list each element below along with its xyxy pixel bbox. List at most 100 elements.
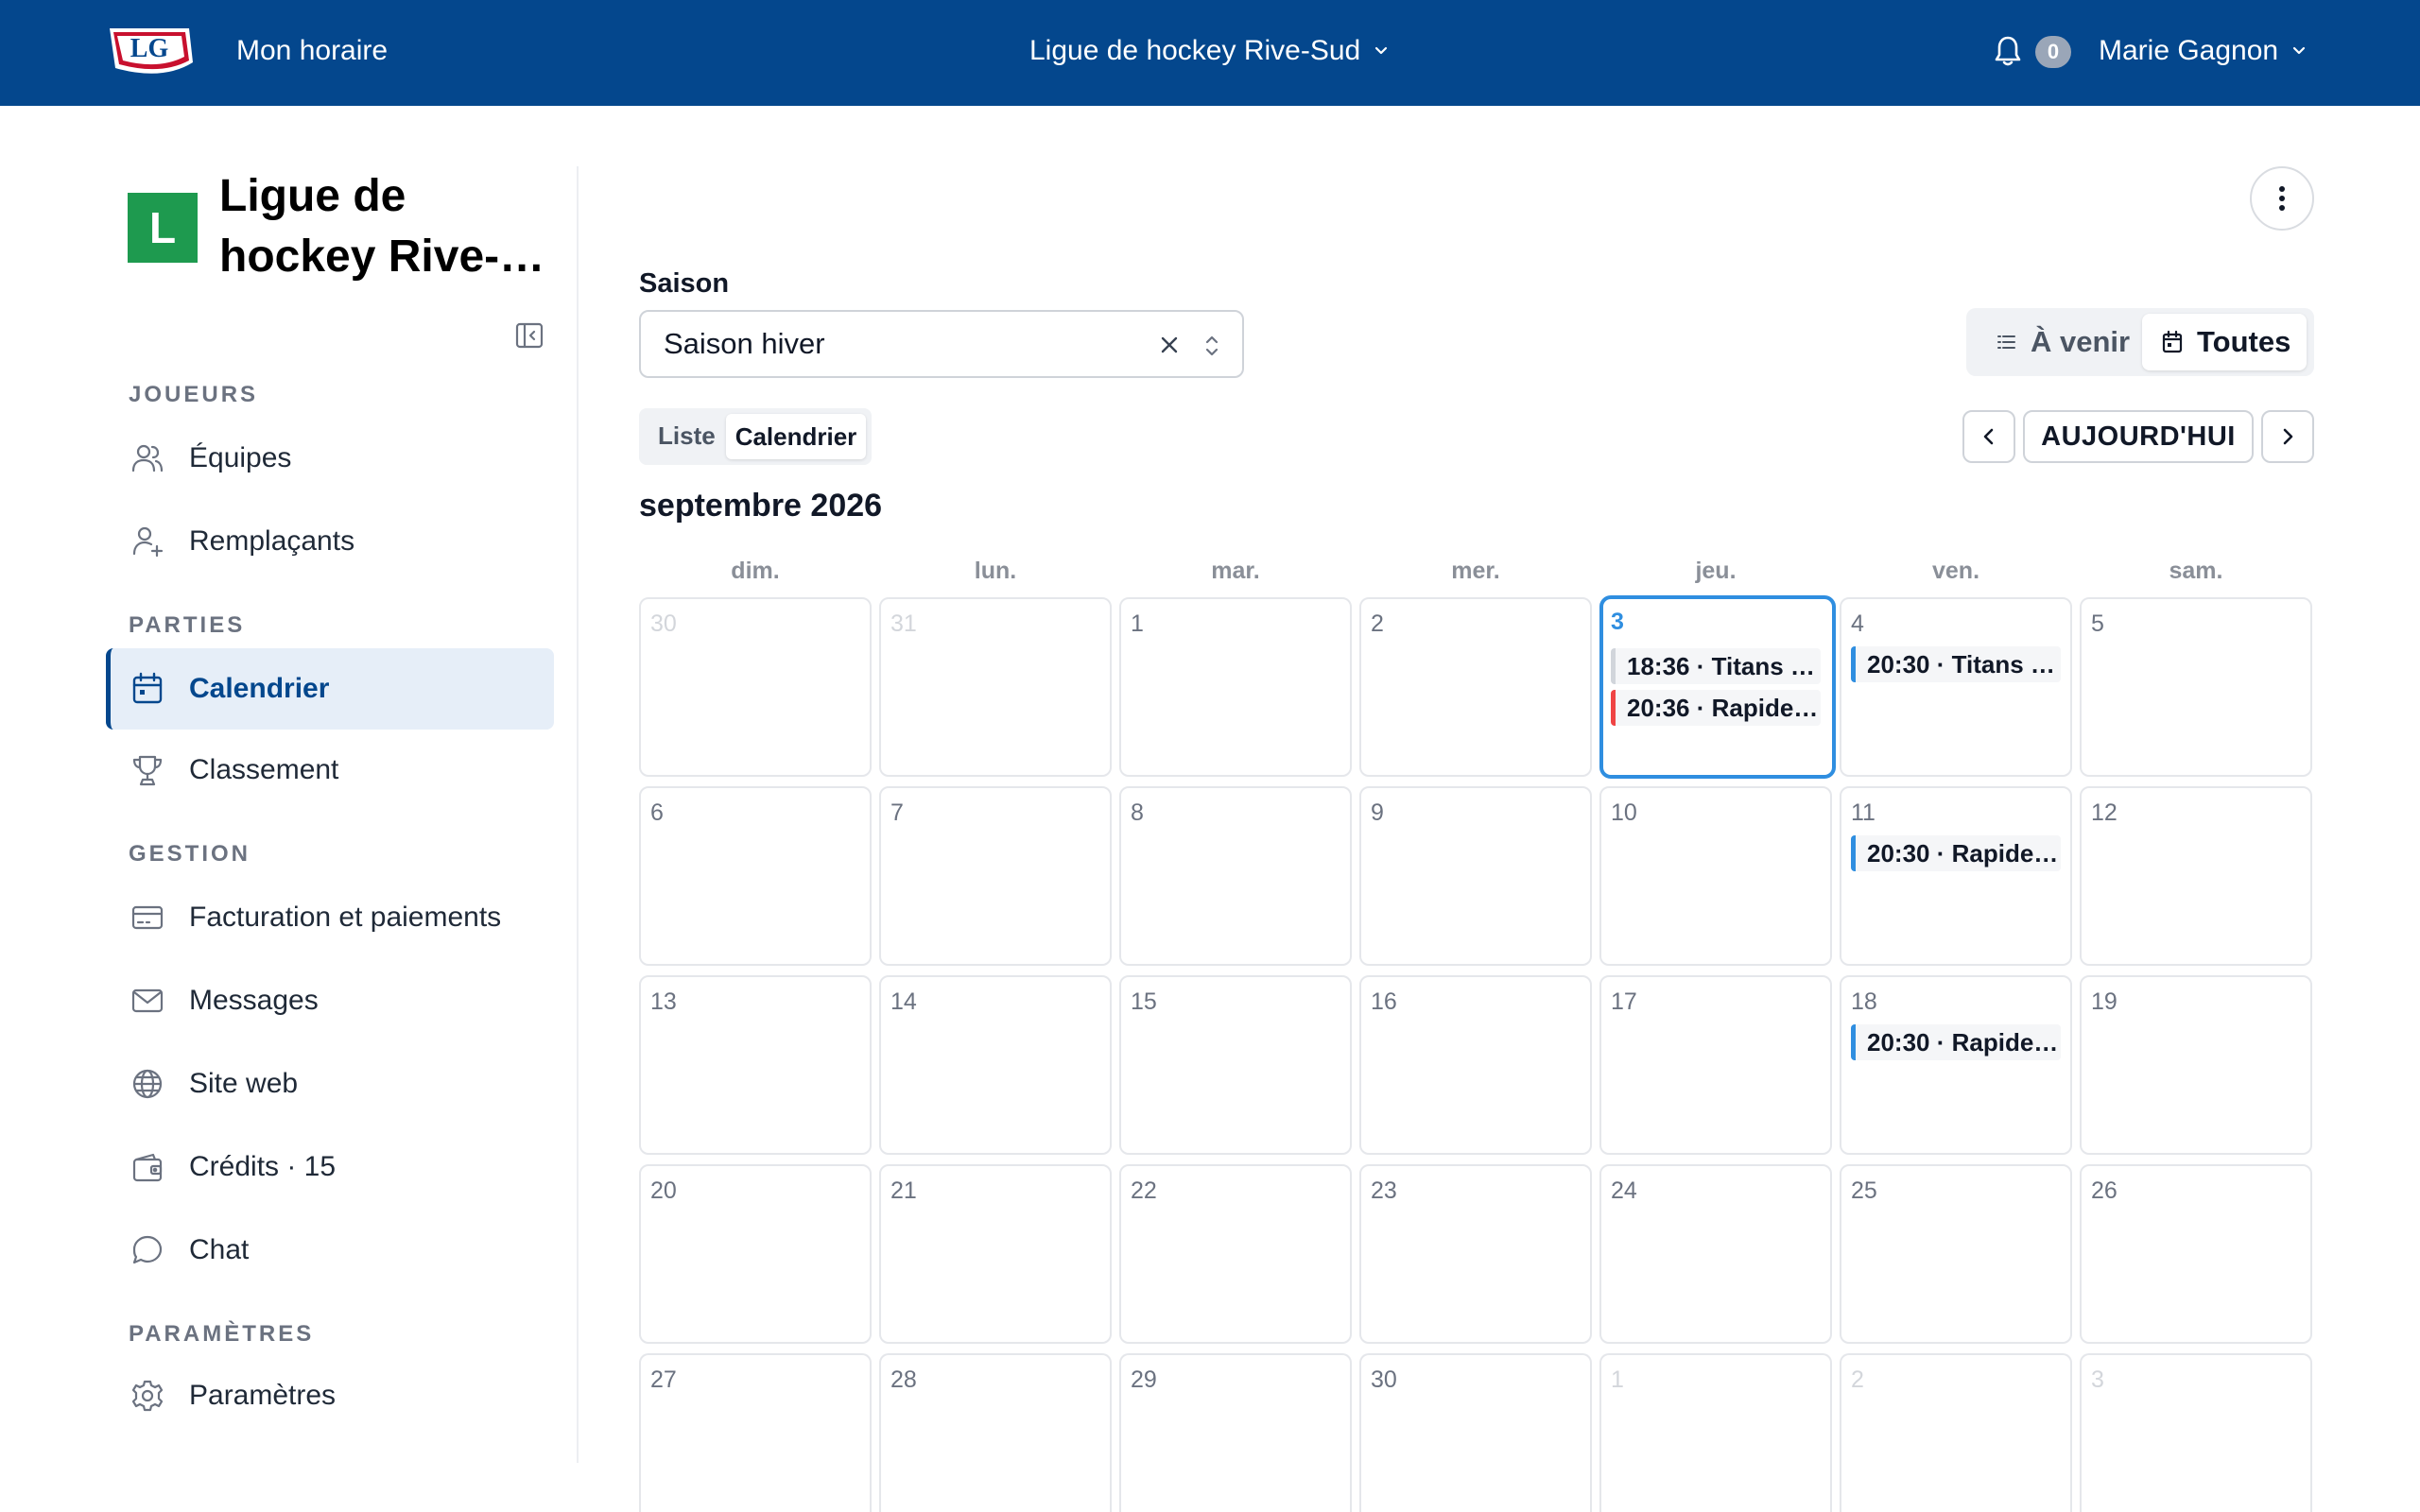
calendar-day-today[interactable]: 3 18:36 · Titans … 20:36 · Rapide… xyxy=(1599,595,1836,779)
view-list-button[interactable]: Liste xyxy=(658,421,716,451)
calendar-day[interactable]: 20 xyxy=(639,1164,872,1344)
calendar-day[interactable]: 10 xyxy=(1599,786,1832,966)
calendar-day[interactable]: 30 xyxy=(639,597,872,777)
calendar-event[interactable]: 20:30 · Rapide… xyxy=(1851,835,2061,871)
calendar-event[interactable]: 18:36 · Titans … xyxy=(1611,648,1821,684)
weekday-header: mar. xyxy=(1211,558,1260,584)
calendar-day[interactable]: 6 xyxy=(639,786,872,966)
bell-icon[interactable] xyxy=(1993,34,2023,68)
calendar-day[interactable]: 2 xyxy=(1359,597,1592,777)
league-logo[interactable]: LG xyxy=(106,21,197,81)
calendar-day[interactable]: 2 xyxy=(1840,1353,2072,1512)
calendar-day[interactable]: 30 xyxy=(1359,1353,1592,1512)
sidebar-item-label: Facturation et paiements xyxy=(189,902,502,933)
close-icon[interactable] xyxy=(1155,331,1184,359)
day-number: 31 xyxy=(890,610,917,637)
calendar-day[interactable]: 25 xyxy=(1840,1164,2072,1344)
day-number: 25 xyxy=(1851,1177,1877,1204)
calendar-day[interactable]: 29 xyxy=(1119,1353,1352,1512)
calendar-day[interactable]: 5 xyxy=(2080,597,2312,777)
sidebar-item-messages[interactable]: Messages xyxy=(106,960,554,1041)
weekday-header: ven. xyxy=(1931,558,1980,584)
sidebar-collapse-icon[interactable] xyxy=(514,320,544,351)
my-schedule-link[interactable]: Mon horaire xyxy=(236,32,388,70)
nav-section-players: JOUEURS xyxy=(129,382,259,407)
day-number: 7 xyxy=(890,799,904,826)
calendar-event[interactable]: 20:36 · Rapide… xyxy=(1611,690,1821,726)
calendar-event[interactable]: 20:30 · Rapide… xyxy=(1851,1024,2061,1060)
day-number: 30 xyxy=(1371,1366,1397,1393)
calendar-event[interactable]: 20:30 · Titans … xyxy=(1851,646,2061,682)
chevron-down-icon xyxy=(1372,42,1391,60)
more-options-button[interactable] xyxy=(2250,166,2314,231)
calendar-day[interactable]: 14 xyxy=(879,975,1112,1155)
calendar-day[interactable]: 31 xyxy=(879,597,1112,777)
sidebar-item-settings[interactable]: Paramètres xyxy=(106,1355,554,1436)
day-number: 24 xyxy=(1611,1177,1637,1204)
sidebar-item-standings[interactable]: Classement xyxy=(106,730,554,811)
gear-icon xyxy=(129,1377,166,1415)
day-number: 26 xyxy=(2091,1177,2118,1204)
calendar-icon xyxy=(129,670,166,708)
calendar-day[interactable]: 23 xyxy=(1359,1164,1592,1344)
view-calendar-button[interactable]: Calendrier xyxy=(726,414,866,459)
weekday-header: lun. xyxy=(974,558,1017,584)
season-select[interactable]: Saison hiver xyxy=(639,310,1244,378)
weekday-header: jeu. xyxy=(1695,558,1737,584)
view-toggle: Liste Calendrier xyxy=(639,408,872,465)
calendar-day[interactable]: 19 xyxy=(2080,975,2312,1155)
day-number: 1 xyxy=(1131,610,1144,637)
sidebar-item-label: Crédits · 15 xyxy=(189,1151,337,1182)
day-number: 14 xyxy=(890,988,917,1015)
previous-month-button[interactable] xyxy=(1962,410,2015,463)
sidebar-item-billing[interactable]: Facturation et paiements xyxy=(106,877,554,958)
user-menu[interactable]: Marie Gagnon xyxy=(2099,32,2308,70)
globe-icon xyxy=(129,1065,166,1103)
weekday-header: dim. xyxy=(731,558,780,584)
calendar-day[interactable]: 16 xyxy=(1359,975,1592,1155)
day-number: 3 xyxy=(1611,609,1624,635)
sidebar-item-label: Remplaçants xyxy=(189,525,355,557)
calendar-day[interactable]: 1 xyxy=(1119,597,1352,777)
day-number: 10 xyxy=(1611,799,1637,826)
day-number: 23 xyxy=(1371,1177,1397,1204)
sidebar-item-website[interactable]: Site web xyxy=(106,1043,554,1125)
calendar-day[interactable]: 7 xyxy=(879,786,1112,966)
calendar-day[interactable]: 12 xyxy=(2080,786,2312,966)
calendar-icon xyxy=(2161,330,2184,354)
calendar-day[interactable]: 15 xyxy=(1119,975,1352,1155)
calendar-day[interactable]: 3 xyxy=(2080,1353,2312,1512)
calendar-day[interactable]: 9 xyxy=(1359,786,1592,966)
sidebar-item-calendar[interactable]: Calendrier xyxy=(106,648,554,730)
day-number: 9 xyxy=(1371,799,1384,826)
calendar-day[interactable]: 26 xyxy=(2080,1164,2312,1344)
calendar-day[interactable]: 11 20:30 · Rapide… xyxy=(1840,786,2072,966)
calendar-day[interactable]: 22 xyxy=(1119,1164,1352,1344)
league-switcher[interactable]: Ligue de hockey Rive-Sud xyxy=(1029,32,1391,70)
calendar-day[interactable]: 8 xyxy=(1119,786,1352,966)
sidebar-item-substitutes[interactable]: Remplaçants xyxy=(106,501,554,582)
calendar-day[interactable]: 24 xyxy=(1599,1164,1832,1344)
today-button[interactable]: AUJOURD'HUI xyxy=(2023,410,2254,463)
more-vertical-icon xyxy=(2273,183,2291,214)
notification-count-badge[interactable]: 0 xyxy=(2035,36,2071,68)
calendar-day[interactable]: 1 xyxy=(1599,1353,1832,1512)
filter-all-label: Toutes xyxy=(2197,325,2291,358)
sidebar-item-credits[interactable]: Crédits · 15 xyxy=(106,1126,554,1208)
day-number: 18 xyxy=(1851,988,1877,1015)
next-month-button[interactable] xyxy=(2261,410,2314,463)
calendar-day[interactable]: 27 xyxy=(639,1353,872,1512)
calendar-day[interactable]: 28 xyxy=(879,1353,1112,1512)
calendar-day[interactable]: 17 xyxy=(1599,975,1832,1155)
day-number: 5 xyxy=(2091,610,2104,637)
filter-upcoming-button[interactable]: À venir xyxy=(1995,319,2130,365)
calendar-day[interactable]: 13 xyxy=(639,975,872,1155)
sidebar-item-teams[interactable]: Équipes xyxy=(106,418,554,499)
month-title: septembre 2026 xyxy=(639,488,883,524)
sidebar-item-chat[interactable]: Chat xyxy=(106,1210,554,1291)
calendar-day[interactable]: 18 20:30 · Rapide… xyxy=(1840,975,2072,1155)
day-number: 20 xyxy=(650,1177,677,1204)
calendar-day[interactable]: 4 20:30 · Titans … xyxy=(1840,597,2072,777)
calendar-day[interactable]: 21 xyxy=(879,1164,1112,1344)
filter-all-button[interactable]: Toutes xyxy=(2142,314,2307,370)
